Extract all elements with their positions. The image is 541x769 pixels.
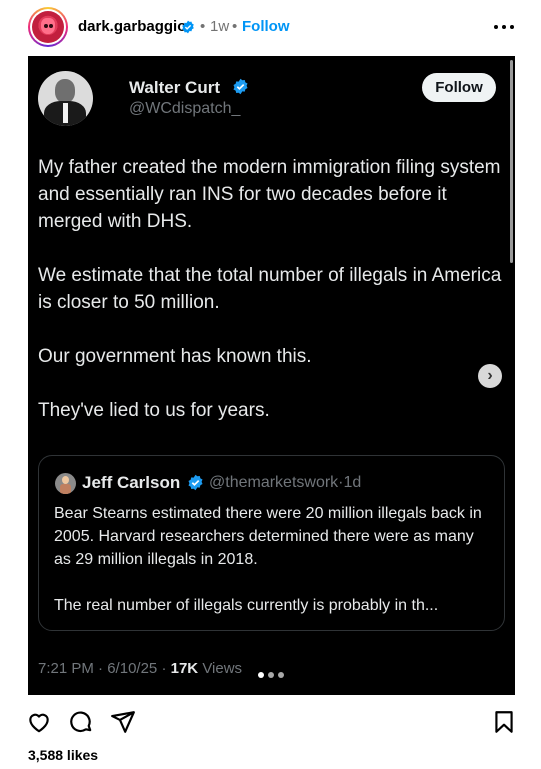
verified-icon: [182, 20, 194, 34]
carousel-dot-active: [258, 672, 264, 678]
tweet-screenshot[interactable]: Walter Curt @WCdispatch_ Follow My fathe…: [28, 56, 515, 695]
tweet-date: 6/10/25: [107, 660, 158, 677]
chevron-right-icon[interactable]: ›: [478, 364, 502, 388]
quoted-author-avatar: [55, 473, 76, 494]
quoted-tweet: Jeff Carlson @themarketswork·1d Bear Ste…: [38, 455, 505, 631]
scrollbar[interactable]: [510, 60, 513, 263]
tweet-paragraph: We estimate that the total number of ill…: [38, 265, 502, 313]
action-bar: [0, 700, 541, 740]
verified-icon: [233, 78, 248, 95]
tweet-paragraph: They've lied to us for years.: [38, 400, 270, 421]
avatar-head: [62, 476, 69, 484]
views-count: 17K: [170, 660, 199, 677]
tweet-author-name: Walter Curt: [129, 78, 220, 97]
follow-button[interactable]: Follow: [242, 18, 290, 35]
quoted-paragraph: Bear Stearns estimated there were 20 mil…: [54, 505, 482, 568]
tweet-time: 7:21 PM: [38, 660, 94, 677]
tweet-follow-button: Follow: [422, 73, 496, 102]
bookmark-icon[interactable]: [491, 709, 517, 735]
quoted-text: Bear Stearns estimated there were 20 mil…: [54, 502, 494, 617]
tweet-author-avatar: [38, 71, 93, 126]
quoted-author-handle: @themarketswork: [209, 474, 339, 491]
dot: [502, 25, 506, 29]
quoted-age: 1d: [343, 474, 362, 491]
likes-count[interactable]: 3,588 likes: [28, 747, 98, 763]
avatar-border: [30, 9, 66, 45]
separator-dot: •: [200, 18, 206, 35]
views-label: Views: [202, 660, 243, 677]
tweet-paragraph: My father created the modern immigration…: [38, 157, 501, 232]
quoted-paragraph: The real number of illegals currently is…: [54, 597, 439, 614]
separator-dot: •: [232, 18, 238, 35]
dot: [494, 25, 498, 29]
heart-icon[interactable]: [26, 709, 52, 735]
dot: [510, 25, 514, 29]
avatar-body: [60, 484, 71, 494]
avatar-head: [55, 79, 75, 103]
post-header: dark.garbaggio • 1w • Follow: [0, 0, 541, 56]
avatar-image: [32, 11, 64, 43]
separator-dot: ·: [98, 660, 104, 677]
avatar-eye: [44, 24, 48, 28]
profile-avatar[interactable]: [28, 7, 68, 47]
tweet-paragraph: Our government has known this.: [38, 346, 312, 367]
tweet-text: My father created the modern immigration…: [38, 154, 503, 424]
separator-dot: ·: [161, 660, 167, 677]
tweet-meta: 7:21 PM · 6/10/25 · 17K Views: [38, 660, 242, 677]
post-time[interactable]: 1w: [210, 18, 229, 35]
avatar-shirt: [63, 103, 68, 123]
comment-icon[interactable]: [68, 709, 94, 735]
username[interactable]: dark.garbaggio: [78, 18, 186, 35]
carousel-dot: [278, 672, 284, 678]
quoted-author-name: Jeff Carlson: [82, 473, 181, 492]
more-options-icon[interactable]: [493, 18, 515, 36]
tweet-author-handle: @WCdispatch_: [129, 100, 241, 117]
verified-icon: [188, 474, 203, 491]
share-icon[interactable]: [110, 709, 136, 735]
avatar-eye: [49, 24, 53, 28]
quoted-author-meta: @themarketswork·1d: [209, 474, 361, 492]
carousel-dot: [268, 672, 274, 678]
